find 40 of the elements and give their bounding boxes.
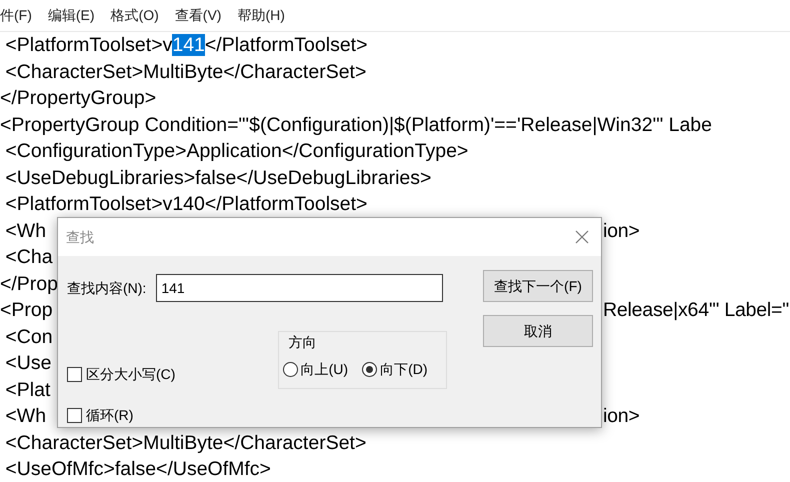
- code-line: <Wh: [4, 404, 46, 429]
- radio-label[interactable]: 向上(U): [300, 359, 348, 380]
- selected-text: 141: [172, 34, 205, 56]
- code-line: <CharacterSet>MultiByte</CharacterSet>: [4, 60, 366, 84]
- checkbox[interactable]: [67, 367, 82, 382]
- code-line: <Prop: [0, 298, 53, 323]
- radio-label[interactable]: 向下(D): [380, 359, 428, 380]
- checkbox-label[interactable]: 区分大小写(C): [86, 364, 176, 385]
- code-line: <Wh: [4, 218, 46, 244]
- find-label: 查找内容(N):: [67, 278, 146, 298]
- code-line: Release|x64'" Label=": [603, 298, 790, 323]
- menu-item[interactable]: 件(F): [0, 5, 40, 26]
- menu-item[interactable]: 编辑(E): [40, 5, 103, 26]
- checkbox[interactable]: [67, 408, 82, 423]
- menu-item[interactable]: 帮助(H): [229, 5, 293, 26]
- find-input[interactable]: 141: [156, 274, 444, 302]
- code-line: <Con: [4, 324, 53, 350]
- code-line: <Use: [4, 351, 52, 376]
- code-line: <UseDebugLibraries>false</UseDebugLibraries>: [4, 166, 432, 190]
- code-line: <PlatformToolset>v140</PlatformToolset>: [4, 192, 368, 217]
- code-line: <ConfigurationType>Application</ConfigurationType>: [4, 139, 468, 164]
- close-icon[interactable]: [575, 230, 589, 244]
- dialog-title: 查找: [66, 228, 94, 246]
- code-line: <Plat: [4, 378, 50, 402]
- code-line: <PlatformToolset>v141</PlatformToolset>: [4, 33, 368, 58]
- menu-item[interactable]: 查看(V): [166, 5, 230, 26]
- code-line: ion>: [603, 218, 641, 244]
- code-line: <PropertyGroup Condition="'$(Configuration)|$(Platform)'=='Release|Win32'" Labe: [0, 112, 712, 138]
- dialog-button[interactable]: 查找下一个(F): [483, 270, 593, 302]
- code-line: </PropertyGroup>: [0, 86, 156, 111]
- menu-item[interactable]: 格式(O): [102, 5, 167, 26]
- checkbox-label[interactable]: 循环(R): [86, 405, 134, 426]
- code-line: <UseOfMfc>false</UseOfMfc>: [4, 457, 271, 482]
- dialog-button[interactable]: 取消: [483, 315, 593, 347]
- code-line: <CharacterSet>MultiByte</CharacterSet>: [4, 430, 366, 456]
- radio-button[interactable]: [362, 362, 378, 377]
- radio-button[interactable]: [282, 362, 298, 377]
- code-line: </Prop: [0, 272, 58, 296]
- code-line: <Cha: [4, 245, 53, 270]
- code-line: ion>: [603, 404, 641, 429]
